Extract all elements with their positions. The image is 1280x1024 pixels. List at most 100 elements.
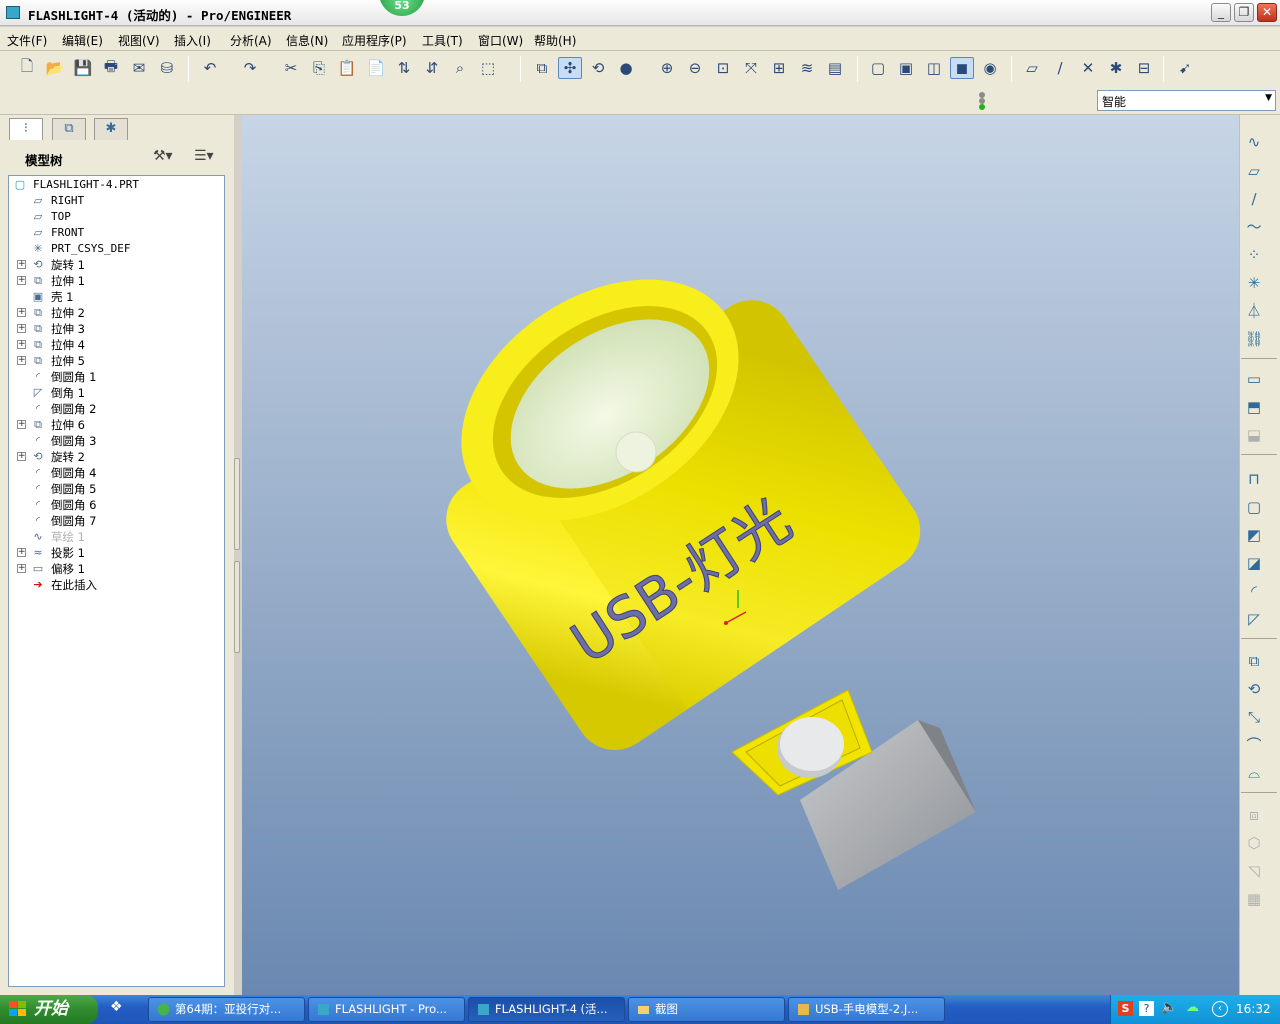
regen-manager-icon[interactable]: ⇵ [420,57,444,79]
expand-toggle-icon[interactable]: + [17,324,26,333]
appearance-icon[interactable]: ● [614,57,638,79]
mirror-icon[interactable]: ⧈ [1243,804,1265,826]
context-help-icon[interactable]: ➹ [1173,57,1197,79]
shell-tool-icon[interactable]: ▢ [1243,496,1265,518]
copy-icon[interactable]: ⎘ [307,57,331,79]
tab-favorites[interactable]: ✱ [94,118,128,140]
datum-planes-icon[interactable]: ▱ [1020,57,1044,79]
taskbar-item[interactable]: 第64期：亚投行对... [148,997,305,1022]
taskbar-item[interactable]: USB-手电模型-2.J... [788,997,945,1022]
help-tray-icon[interactable]: ? [1139,1001,1154,1016]
repaint-icon[interactable]: ⧉ [530,57,554,79]
cut-icon[interactable]: ✂ [279,57,303,79]
quick-launch-icon[interactable]: ❖ [110,999,132,1019]
network-icon[interactable]: ☁ [1186,1000,1199,1015]
reorient-icon[interactable]: ⤧ [739,57,763,79]
restore-button[interactable]: ❐ [1234,3,1254,22]
tree-settings-icon[interactable]: ⚒▾ [153,148,173,164]
sweep-icon[interactable]: ⤡ [1243,706,1265,728]
spin-center-icon[interactable]: ✣ [558,57,582,79]
chevron-left-icon[interactable]: ‹ [1212,1001,1228,1017]
refit-icon[interactable]: ⊡ [711,57,735,79]
tab-model-tree[interactable]: ⁝ [9,118,43,140]
menu-help[interactable]: 帮助(H) [534,32,576,49]
view-sketch-icon[interactable]: ⬒ [1243,396,1265,418]
taskbar-item-active[interactable]: FLASHLIGHT-4 (活... [468,997,625,1022]
graphics-viewport[interactable]: USB-灯光 [242,115,1239,995]
menu-view[interactable]: 视图(V) [118,32,160,49]
wireframe-icon[interactable]: ▢ [866,57,890,79]
zoom-in-icon[interactable]: ⊕ [655,57,679,79]
speaker-icon[interactable]: 🔈 [1161,1000,1177,1015]
new-file-icon[interactable]: 🗋 [15,57,39,79]
sketch-icon[interactable]: ▭ [1243,368,1265,390]
trim-icon[interactable]: ◹ [1243,860,1265,882]
merge-icon[interactable]: ⬡ [1243,832,1265,854]
expand-toggle-icon[interactable]: + [17,564,26,573]
boundary-blend-icon[interactable]: ⌓ [1243,762,1265,784]
taskbar-item[interactable]: 截图 [628,997,785,1022]
shading-icon[interactable]: ◼ [950,57,974,79]
open-file-icon[interactable]: 📂 [43,57,67,79]
datum-plane-icon[interactable]: ▱ [1243,160,1265,182]
model-graphics[interactable]: USB-灯光 [242,115,1239,995]
selection-filter-select[interactable]: 智能 ▼ [1097,90,1276,111]
saved-views-icon[interactable]: ⊞ [767,57,791,79]
email-icon[interactable]: ✉ [127,57,151,79]
analysis-feature-icon[interactable]: ⏃ [1243,300,1265,322]
splitter-handle[interactable] [234,458,240,550]
menu-window[interactable]: 窗口(W) [478,32,523,49]
expand-toggle-icon[interactable]: + [17,420,26,429]
expand-toggle-icon[interactable]: + [17,340,26,349]
panel-splitter[interactable] [233,458,242,653]
hole-icon[interactable]: ⊓ [1243,468,1265,490]
view-manager-icon[interactable]: ▤ [823,57,847,79]
layers-icon[interactable]: ≋ [795,57,819,79]
tab-folder-browser[interactable]: ⧉ [52,118,86,140]
menu-analysis[interactable]: 分析(A) [230,32,272,49]
swept-blend-icon[interactable]: ⌒ [1243,734,1265,756]
enhanced-realism-icon[interactable]: ◉ [978,57,1002,79]
select-box-icon[interactable]: ⬚ [476,57,500,79]
pattern-icon[interactable]: ▦ [1243,888,1265,910]
datum-axis-icon[interactable]: ∕ [1243,188,1265,210]
expand-toggle-icon[interactable]: + [17,356,26,365]
close-button[interactable]: ✕ [1257,3,1277,22]
expand-toggle-icon[interactable]: + [17,276,26,285]
extrude-tool-icon[interactable]: ⧉ [1243,650,1265,672]
datum-axes-icon[interactable]: ∕ [1048,57,1072,79]
no-hidden-icon[interactable]: ◫ [922,57,946,79]
menu-insert[interactable]: 插入(I) [174,32,211,49]
menu-edit[interactable]: 编辑(E) [62,32,103,49]
expand-toggle-icon[interactable]: + [17,260,26,269]
hidden-line-icon[interactable]: ▣ [894,57,918,79]
csys-tool-icon[interactable]: ✳ [1243,272,1265,294]
menu-file[interactable]: 文件(F) [7,32,47,49]
minimize-button[interactable]: _ [1211,3,1231,22]
regenerate-icon[interactable]: ⇅ [392,57,416,79]
round-tool-icon[interactable]: ◜ [1243,580,1265,602]
datum-points-icon[interactable]: ✕ [1076,57,1100,79]
menu-tools[interactable]: 工具(T) [422,32,463,49]
zoom-out-icon[interactable]: ⊖ [683,57,707,79]
start-button[interactable]: 开始 [0,995,98,1024]
tree-columns-icon[interactable]: ☰▾ [194,148,214,164]
orient-mode-icon[interactable]: ⟲ [586,57,610,79]
email-link-icon[interactable]: ⛁ [155,57,179,79]
sketch-tool-icon[interactable]: ∿ [1243,131,1265,153]
expand-toggle-icon[interactable]: + [17,308,26,317]
component-icon[interactable]: ⬓ [1243,424,1265,446]
menu-info[interactable]: 信息(N) [286,32,328,49]
expand-toggle-icon[interactable]: + [17,548,26,557]
rib-icon[interactable]: ◩ [1243,524,1265,546]
csys-icon[interactable]: ✱ [1104,57,1128,79]
datum-point-icon[interactable]: ⁘ [1243,244,1265,266]
undo-icon[interactable]: ↶ [198,57,222,79]
menu-applications[interactable]: 应用程序(P) [342,32,407,49]
revolve-tool-icon[interactable]: ⟲ [1243,678,1265,700]
draft-icon[interactable]: ◪ [1243,552,1265,574]
splitter-handle[interactable] [234,561,240,653]
paste-icon[interactable]: 📋 [335,57,359,79]
chain-icon[interactable]: ⛓ [1243,328,1265,350]
paste-special-icon[interactable]: 📄 [364,57,388,79]
